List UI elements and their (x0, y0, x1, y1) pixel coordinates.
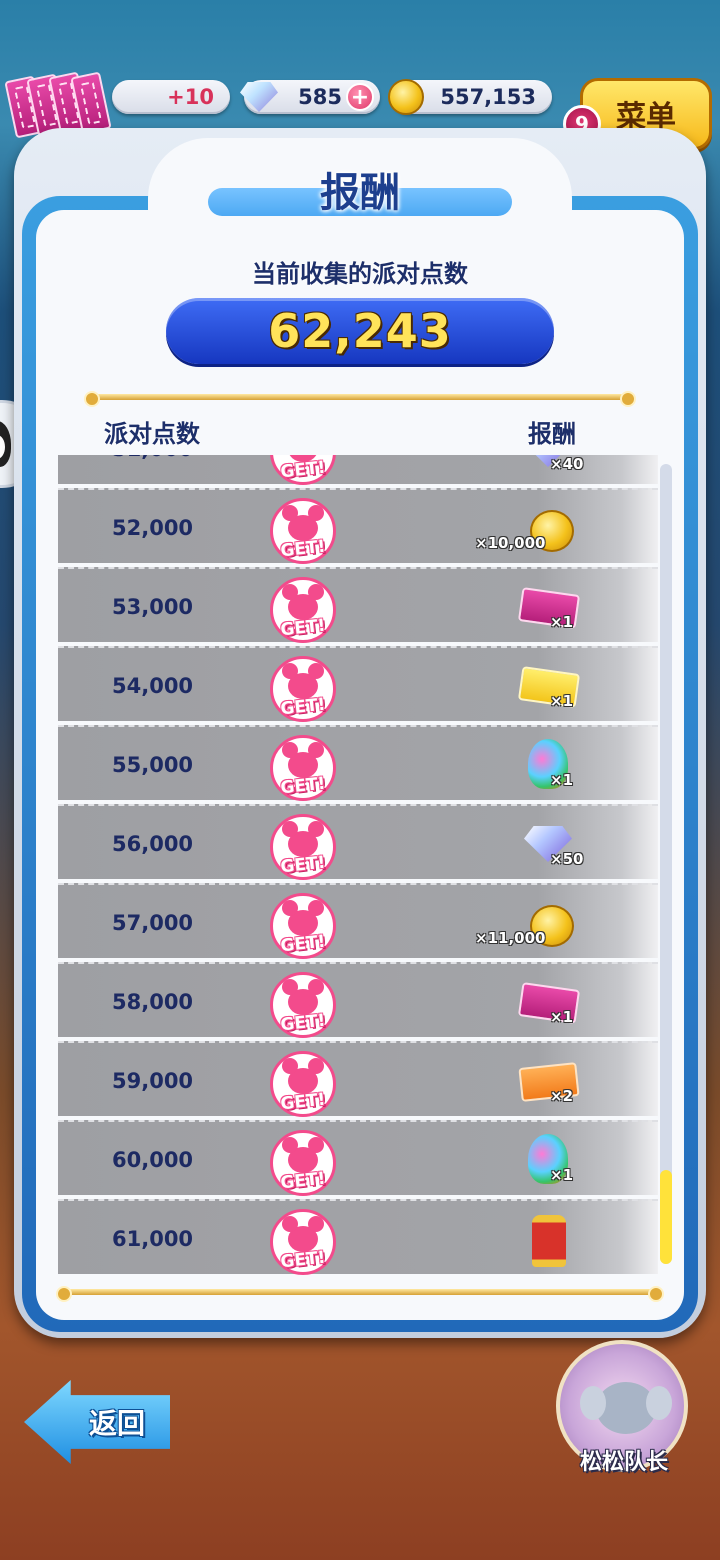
reward-quantity: ×1 (550, 613, 574, 631)
tickets-count: +10 (167, 85, 214, 109)
claimed-get-badge: GET! (270, 498, 336, 564)
get-label: GET! (279, 1168, 327, 1194)
reward-item: ×11,000 (475, 893, 658, 953)
row-points: 59,000 (112, 1069, 194, 1093)
reward-item: ×10,000 (475, 498, 658, 558)
row-points: 51,000 (112, 455, 193, 461)
get-label: GET! (279, 615, 327, 641)
reward-quantity: ×50 (550, 850, 584, 868)
reward-row[interactable]: 52,000 GET! ×10,000 (58, 488, 658, 564)
claimed-get-badge: GET! (270, 972, 336, 1038)
claimed-get-badge: GET! (270, 893, 336, 959)
top-divider (84, 391, 636, 407)
claimed-get-badge: GET! (270, 656, 336, 722)
panel-title: 报酬 (320, 170, 400, 216)
tickets-counter[interactable]: +10 (112, 80, 230, 114)
reward-quantity: ×1 (550, 1008, 574, 1026)
coins-count: 557,153 (440, 85, 536, 109)
points-subtitle: 当前收集的派对点数 (252, 260, 468, 288)
elephant-icon (580, 1382, 672, 1434)
reward-row[interactable]: 54,000 GET! ×1 (58, 646, 658, 722)
reward-row[interactable]: 60,000 GET! ×1 (58, 1120, 658, 1196)
reward-item: ×1 (488, 656, 658, 716)
reward-quantity: ×40 (550, 455, 584, 473)
reward-item: ×1 (488, 1130, 658, 1190)
scrollbar-thumb[interactable] (660, 1170, 672, 1264)
reward-item (488, 1209, 658, 1269)
reward-row[interactable]: 59,000 GET! ×2 (58, 1041, 658, 1117)
points-display: 62,243 (166, 298, 554, 364)
reward-quantity: ×1 (550, 692, 574, 710)
reward-row[interactable]: 51,000 GET! ×40 (58, 455, 658, 485)
get-label: GET! (279, 1010, 327, 1036)
claimed-get-badge: GET! (270, 735, 336, 801)
get-label: GET! (279, 536, 327, 562)
gems-count: 585 (298, 85, 342, 109)
column-header-reward: 报酬 (528, 420, 576, 448)
get-label: GET! (279, 694, 327, 720)
reward-quantity: ×1 (550, 1166, 574, 1184)
reward-row[interactable]: 56,000 GET! ×50 (58, 804, 658, 880)
costume-icon (532, 1215, 566, 1267)
penguin-icon (0, 421, 11, 467)
back-button[interactable]: 返回 (24, 1380, 170, 1464)
row-points: 53,000 (112, 595, 194, 619)
get-label: GET! (279, 457, 327, 483)
reward-quantity: ×10,000 (475, 534, 546, 552)
get-label: GET! (279, 1089, 327, 1115)
row-points: 52,000 (112, 516, 194, 540)
get-label: GET! (279, 852, 327, 878)
claimed-get-badge: GET! (270, 1130, 336, 1196)
reward-item: ×1 (488, 972, 658, 1032)
reward-quantity: ×2 (550, 1087, 574, 1105)
coin-icon (388, 79, 424, 115)
row-points: 55,000 (112, 753, 194, 777)
row-points: 61,000 (112, 1227, 194, 1251)
reward-list[interactable]: 51,000 GET! ×40 52,000 GET! ×10,000 53,000 GET!… (58, 455, 658, 1278)
reward-item: ×1 (488, 577, 658, 637)
reward-row[interactable]: 53,000 GET! ×1 (58, 567, 658, 643)
row-points: 60,000 (112, 1148, 194, 1172)
row-points: 56,000 (112, 832, 194, 856)
reward-quantity: ×1 (550, 771, 574, 789)
add-gems-button[interactable]: + (346, 83, 374, 111)
reward-row[interactable]: 61,000 GET! (58, 1199, 658, 1275)
reward-row[interactable]: 55,000 GET! ×1 (58, 725, 658, 801)
reward-item: ×2 (488, 1051, 658, 1111)
claimed-get-badge: GET! (270, 455, 336, 485)
column-header-points: 派对点数 (104, 420, 200, 448)
bottom-divider (56, 1286, 664, 1302)
points-value: 62,243 (268, 304, 452, 358)
reward-item: ×1 (488, 735, 658, 795)
get-label: GET! (279, 1247, 327, 1273)
claimed-get-badge: GET! (270, 1051, 336, 1117)
reward-item: ×40 (488, 455, 658, 479)
get-label: GET! (279, 773, 327, 799)
back-label: 返回 (88, 1407, 145, 1440)
claimed-get-badge: GET! (270, 1209, 336, 1275)
scrollbar-track[interactable] (660, 464, 672, 1264)
reward-row[interactable]: 57,000 GET! ×11,000 (58, 883, 658, 959)
get-label: GET! (279, 931, 327, 957)
row-points: 57,000 (112, 911, 194, 935)
reward-item: ×50 (488, 814, 658, 874)
captain-label: 松松队长 (579, 1450, 668, 1475)
row-points: 54,000 (112, 674, 194, 698)
reward-row[interactable]: 58,000 GET! ×1 (58, 962, 658, 1038)
row-points: 58,000 (112, 990, 194, 1014)
claimed-get-badge: GET! (270, 577, 336, 643)
claimed-get-badge: GET! (270, 814, 336, 880)
reward-quantity: ×11,000 (475, 929, 546, 947)
